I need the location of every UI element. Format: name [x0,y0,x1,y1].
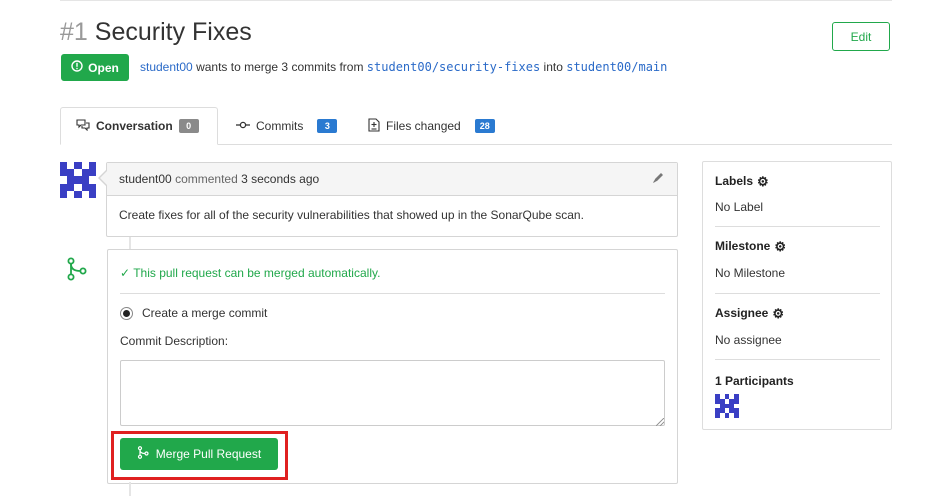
sidebar-divider [715,293,880,294]
merge-button-label: Merge Pull Request [155,447,262,461]
author-link[interactable]: student00 [140,60,193,74]
merge-divider [120,293,665,294]
commit-description-field[interactable] [120,360,665,426]
status-label: Open [88,60,119,75]
comment-body: Create fixes for all of the security vul… [119,208,584,222]
git-merge-icon [63,256,89,282]
sidebar-divider [715,359,880,360]
comment-action: commented [175,172,238,186]
assignee-value: No assignee [715,333,782,347]
tab-files-changed[interactable]: Files changed 28 [368,107,495,145]
status-badge: Open [61,54,129,81]
comment-author[interactable]: student00 [119,172,172,186]
commit-description-label: Commit Description: [120,334,229,348]
labels-heading[interactable]: Labels ⚙ [715,174,769,188]
labels-value: No Label [715,200,764,214]
git-merge-icon [137,446,149,462]
timeline-line-bottom [129,482,131,496]
gear-icon[interactable]: ⚙ [757,175,769,188]
pencil-icon[interactable] [652,172,664,187]
source-branch-link[interactable]: student00/security-fixes [367,60,540,74]
avatar[interactable] [60,162,96,198]
sidebar: Labels ⚙ No Label Milestone ⚙ No Milesto… [702,161,892,430]
merge-commit-option[interactable]: Create a merge commit [120,306,267,320]
merge-text-2: into [543,60,563,74]
comment-time: 3 seconds ago [241,172,320,186]
comment-meta: student00 commented 3 seconds ago [119,172,319,186]
page-title: #1 Security Fixes [60,16,252,48]
resize-handle-icon[interactable] [656,418,664,426]
tab-label: Files changed [386,119,461,133]
merge-panel: ✓ This pull request can be merged automa… [107,249,678,484]
gear-icon[interactable]: ⚙ [774,240,786,253]
merge-pull-request-button[interactable]: Merge Pull Request [120,438,278,470]
merge-status: ✓ This pull request can be merged automa… [120,266,380,280]
tab-count: 3 [317,119,338,133]
merge-summary: student00 wants to merge 3 commits from … [140,59,667,75]
tab-count: 28 [474,119,495,133]
participant-avatar[interactable] [715,394,739,418]
sidebar-divider [715,226,880,227]
tab-label: Conversation [96,119,173,133]
merge-text-1: wants to merge 3 commits from [196,60,364,74]
conversation-icon [76,118,90,134]
tab-commits[interactable]: Commits 3 [236,107,338,145]
tab-count: 0 [178,119,199,133]
merge-commit-label: Create a merge commit [142,306,268,320]
milestone-value: No Milestone [715,266,786,280]
merge-status-text: This pull request can be merged automati… [133,266,381,280]
tab-label: Commits [256,119,304,133]
participants-heading: 1 Participants [715,374,794,388]
comment-header: student00 commented 3 seconds ago [107,163,677,196]
edit-button[interactable]: Edit [832,22,890,51]
milestone-heading[interactable]: Milestone ⚙ [715,239,786,253]
pr-number: #1 [60,18,88,46]
comment-caret-inner [100,171,107,185]
tab-conversation[interactable]: Conversation 0 [76,107,199,145]
gear-icon[interactable]: ⚙ [772,307,784,320]
top-divider [60,0,892,1]
check-icon: ✓ [120,266,131,280]
alert-circle-icon [71,60,83,75]
file-diff-icon [368,117,380,135]
commit-icon [236,119,250,133]
comment: student00 commented 3 seconds ago Create… [106,162,678,237]
assignee-heading[interactable]: Assignee ⚙ [715,306,784,320]
target-branch-link[interactable]: student00/main [566,60,667,74]
pr-title-text: Security Fixes [94,18,252,46]
merge-commit-radio[interactable] [120,306,133,320]
